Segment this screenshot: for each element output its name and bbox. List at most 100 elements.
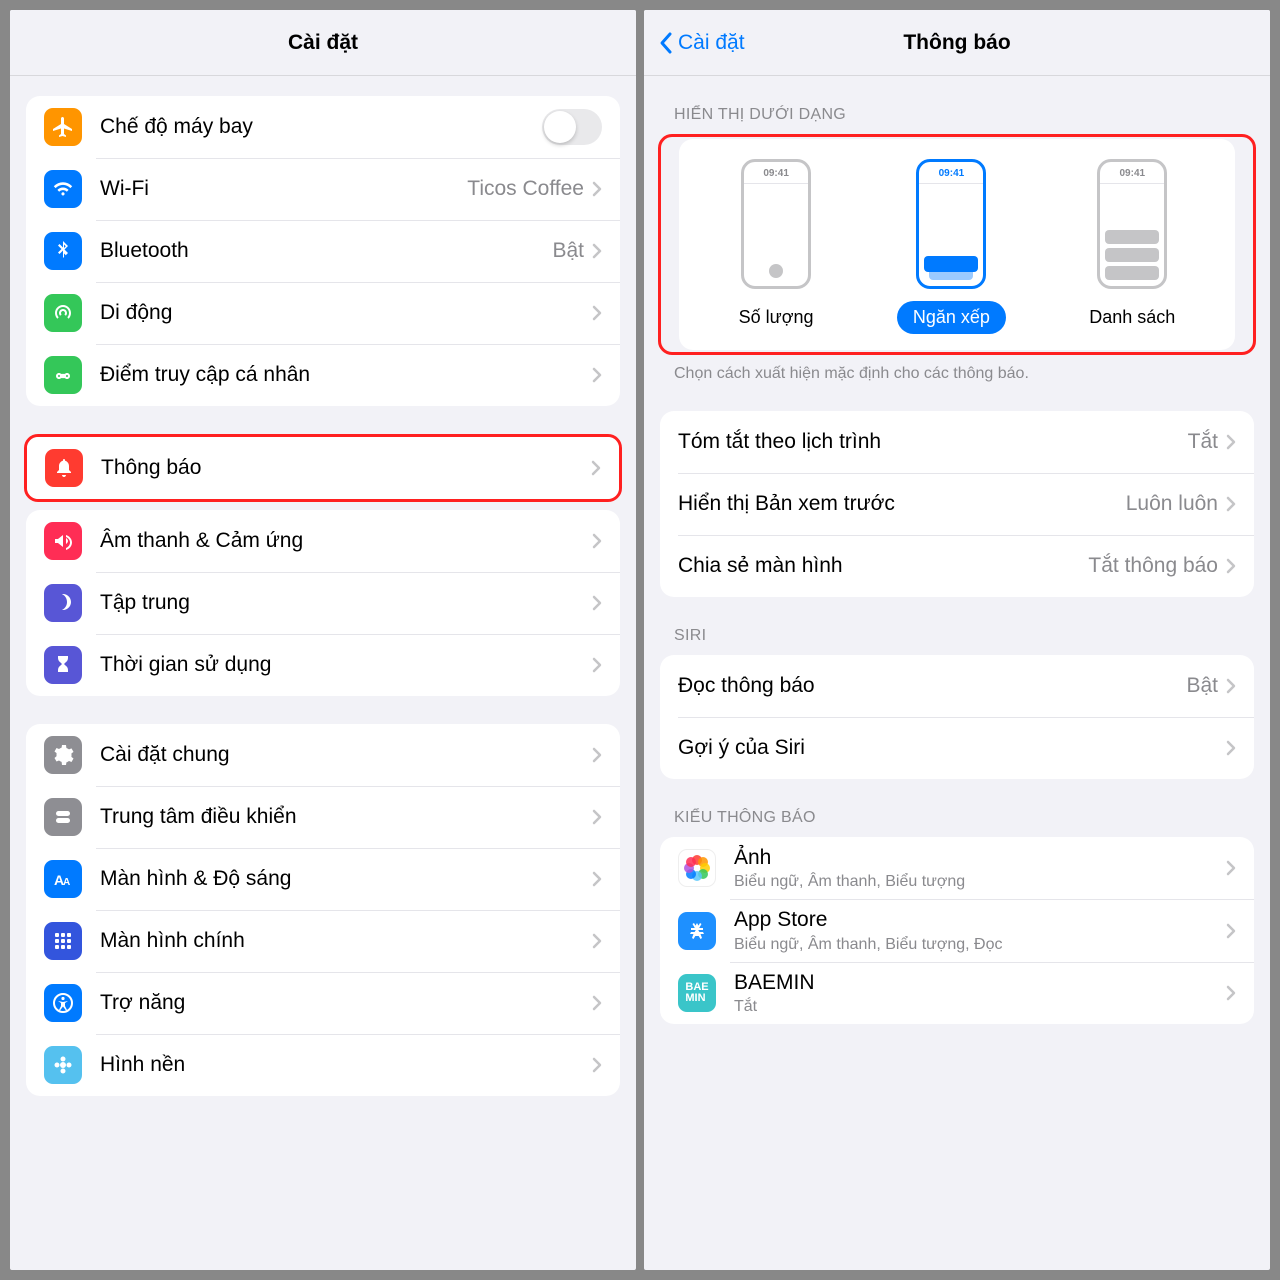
chevron-left-icon — [658, 31, 674, 55]
page-title: Thông báo — [903, 31, 1010, 55]
app-subtitle: Biểu ngữ, Âm thanh, Biểu tượng — [734, 872, 1226, 891]
row-notifications[interactable]: Thông báo — [27, 437, 619, 499]
row-airplane[interactable]: Chế độ máy bay — [26, 96, 620, 158]
row-sounds[interactable]: Âm thanh & Cảm ứng — [26, 510, 620, 572]
display-option-stack[interactable]: 09:41 Ngăn xếp — [897, 159, 1006, 334]
row-general[interactable]: Cài đặt chung — [26, 724, 620, 786]
row-label: Điểm truy cập cá nhân — [100, 363, 592, 387]
airplane-toggle[interactable] — [542, 109, 602, 145]
row-label: Hình nền — [100, 1053, 592, 1077]
display-option-count[interactable]: 09:41 Số lượng — [723, 159, 830, 334]
chevron-right-icon — [592, 533, 602, 549]
row-cellular[interactable]: Di động — [26, 282, 620, 344]
row-label: Wi-Fi — [100, 177, 467, 201]
text-size-icon: AA — [44, 860, 82, 898]
back-label: Cài đặt — [678, 31, 745, 55]
row-announce[interactable]: Đọc thông báo Bật — [660, 655, 1254, 717]
moon-icon — [44, 584, 82, 622]
row-screentime[interactable]: Thời gian sử dụng — [26, 634, 620, 696]
row-show-previews[interactable]: Hiển thị Bản xem trước Luôn luôn — [660, 473, 1254, 535]
row-wallpaper[interactable]: Hình nền — [26, 1034, 620, 1096]
chevron-right-icon — [592, 657, 602, 673]
group-siri: Đọc thông báo Bật Gợi ý của Siri — [660, 655, 1254, 779]
header: Cài đặt Thông báo — [644, 10, 1270, 76]
row-wifi[interactable]: Wi-Fi Ticos Coffee — [26, 158, 620, 220]
flower-icon — [44, 1046, 82, 1084]
wifi-icon — [44, 170, 82, 208]
row-value: Luôn luôn — [1126, 492, 1218, 516]
row-app-baemin[interactable]: BAEMIN BAEMIN Tắt — [660, 962, 1254, 1024]
settings-scroll[interactable]: Chế độ máy bay Wi-Fi Ticos Coffee Blueto… — [10, 76, 636, 1270]
chevron-right-icon — [1226, 434, 1236, 450]
phone-preview-list: 09:41 — [1097, 159, 1167, 289]
chevron-right-icon — [592, 809, 602, 825]
page-title: Cài đặt — [288, 31, 358, 55]
notifications-pane: Cài đặt Thông báo HIỂN THỊ DƯỚI DẠNG 09:… — [644, 10, 1270, 1270]
row-label: Cài đặt chung — [100, 743, 592, 767]
chevron-right-icon — [592, 243, 602, 259]
row-display[interactable]: AA Màn hình & Độ sáng — [26, 848, 620, 910]
row-label: Âm thanh & Cảm ứng — [100, 529, 592, 553]
section-header-siri: SIRI — [674, 627, 1240, 645]
row-label: Trung tâm điều khiển — [100, 805, 592, 829]
chevron-right-icon — [592, 367, 602, 383]
notifications-scroll[interactable]: HIỂN THỊ DƯỚI DẠNG 09:41 Số lượng 09:41 … — [644, 76, 1270, 1270]
row-scheduled-summary[interactable]: Tóm tắt theo lịch trình Tắt — [660, 411, 1254, 473]
phone-preview-stack: 09:41 — [916, 159, 986, 289]
chevron-right-icon — [591, 460, 601, 476]
chevron-right-icon — [1226, 985, 1236, 1001]
airplane-icon — [44, 108, 82, 146]
row-label: Chế độ máy bay — [100, 115, 542, 139]
section-footer-display: Chọn cách xuất hiện mặc định cho các thô… — [674, 365, 1240, 383]
group-general: Cài đặt chung Trung tâm điều khiển AA Mà… — [26, 724, 620, 1096]
row-control-center[interactable]: Trung tâm điều khiển — [26, 786, 620, 848]
group-apps: Ảnh Biểu ngữ, Âm thanh, Biểu tượng App S… — [660, 837, 1254, 1024]
group-connectivity: Chế độ máy bay Wi-Fi Ticos Coffee Blueto… — [26, 96, 620, 406]
row-label: Gợi ý của Siri — [678, 736, 1226, 760]
row-label: Thời gian sử dụng — [100, 653, 592, 677]
row-label: Hiển thị Bản xem trước — [678, 492, 1126, 516]
chevron-right-icon — [1226, 678, 1236, 694]
row-label: Di động — [100, 301, 592, 325]
chevron-right-icon — [592, 1057, 602, 1073]
app-title: App Store — [734, 907, 1226, 932]
display-option-label: Ngăn xếp — [897, 301, 1006, 334]
row-siri-suggestions[interactable]: Gợi ý của Siri — [660, 717, 1254, 779]
row-screen-sharing[interactable]: Chia sẻ màn hình Tắt thông báo — [660, 535, 1254, 597]
row-label: Thông báo — [101, 456, 591, 480]
row-value: Tắt thông báo — [1088, 554, 1218, 578]
row-focus[interactable]: Tập trung — [26, 572, 620, 634]
bluetooth-icon — [44, 232, 82, 270]
cellular-icon — [44, 294, 82, 332]
back-button[interactable]: Cài đặt — [658, 31, 745, 55]
display-option-list[interactable]: 09:41 Danh sách — [1073, 159, 1191, 334]
chevron-right-icon — [592, 933, 602, 949]
hourglass-icon — [44, 646, 82, 684]
appstore-app-icon — [678, 912, 716, 950]
chevron-right-icon — [1226, 860, 1236, 876]
row-label: Bluetooth — [100, 239, 552, 263]
chevron-right-icon — [592, 595, 602, 611]
row-accessibility[interactable]: Trợ năng — [26, 972, 620, 1034]
baemin-app-icon: BAEMIN — [678, 974, 716, 1012]
chevron-right-icon — [1226, 740, 1236, 756]
row-label: Trợ năng — [100, 991, 592, 1015]
speaker-icon — [44, 522, 82, 560]
row-app-photos[interactable]: Ảnh Biểu ngữ, Âm thanh, Biểu tượng — [660, 837, 1254, 899]
chevron-right-icon — [1226, 496, 1236, 512]
row-app-appstore[interactable]: App Store Biểu ngữ, Âm thanh, Biểu tượng… — [660, 899, 1254, 961]
row-hotspot[interactable]: Điểm truy cập cá nhân — [26, 344, 620, 406]
row-label: Màn hình & Độ sáng — [100, 867, 592, 891]
chevron-right-icon — [592, 305, 602, 321]
row-home[interactable]: Màn hình chính — [26, 910, 620, 972]
display-option-label: Danh sách — [1073, 301, 1191, 334]
row-bluetooth[interactable]: Bluetooth Bật — [26, 220, 620, 282]
chevron-right-icon — [592, 747, 602, 763]
chevron-right-icon — [592, 995, 602, 1011]
app-title: Ảnh — [734, 845, 1226, 870]
row-label: Tập trung — [100, 591, 592, 615]
gear-icon — [44, 736, 82, 774]
app-subtitle: Biểu ngữ, Âm thanh, Biểu tượng, Đọc — [734, 935, 1226, 954]
section-header-style: KIỂU THÔNG BÁO — [674, 809, 1240, 827]
row-label: Chia sẻ màn hình — [678, 554, 1088, 578]
